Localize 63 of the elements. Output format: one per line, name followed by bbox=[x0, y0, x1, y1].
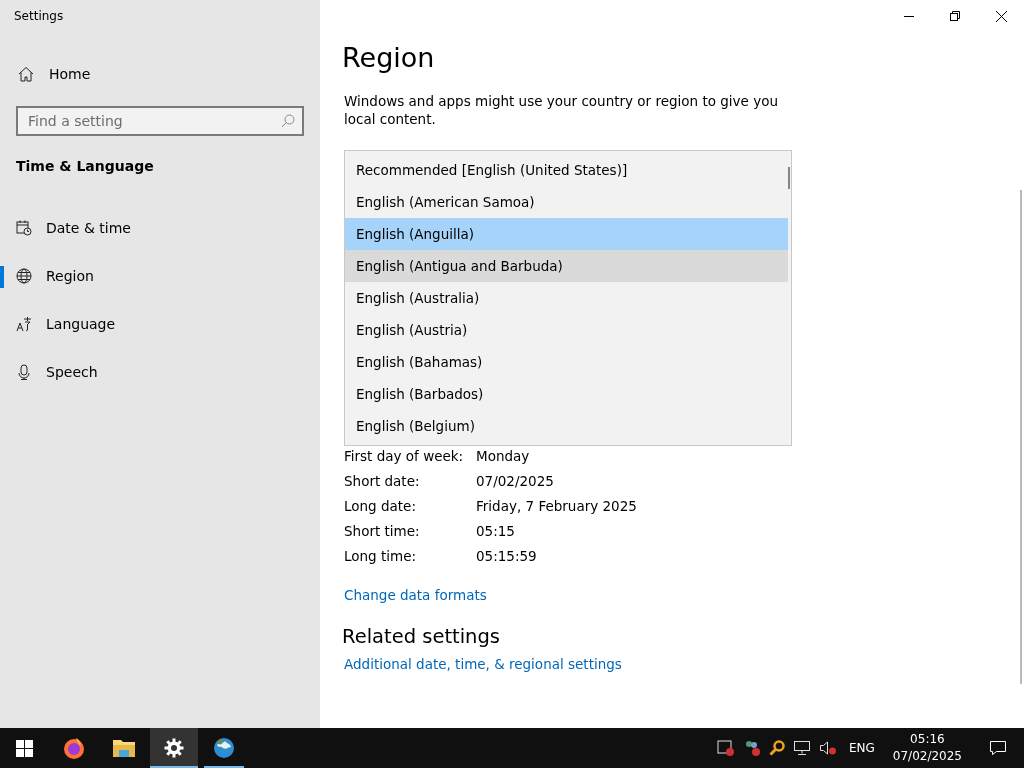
dropdown-option[interactable]: English (Australia) bbox=[345, 282, 788, 314]
dropdown-option[interactable]: English (Bahamas) bbox=[345, 346, 788, 378]
scrollbar-thumb[interactable] bbox=[788, 167, 790, 189]
security-alert-icon[interactable] bbox=[716, 739, 735, 757]
format-label: Short time: bbox=[344, 522, 421, 541]
dropdown-option[interactable]: English (American Samoa) bbox=[345, 186, 788, 218]
home-icon bbox=[18, 66, 34, 82]
clock-time[interactable]: 05:16 bbox=[910, 731, 945, 748]
microphone-icon bbox=[16, 364, 32, 380]
sidebar-item-label: Language bbox=[46, 316, 116, 332]
speaker-muted-icon[interactable] bbox=[818, 740, 837, 756]
sidebar-item-label: Speech bbox=[46, 364, 98, 380]
calendar-clock-icon bbox=[16, 220, 32, 236]
sidebar-item-label: Region bbox=[46, 268, 94, 284]
page-heading: Region bbox=[342, 42, 436, 75]
search-icon bbox=[281, 114, 295, 128]
restore-icon bbox=[950, 11, 960, 21]
format-value: Monday bbox=[476, 447, 531, 466]
format-label: Long time: bbox=[344, 547, 417, 566]
close-icon bbox=[995, 10, 1007, 22]
dropdown-option[interactable]: English (Barbados) bbox=[345, 378, 788, 410]
dropdown-option[interactable]: Recommended [English (United States)] bbox=[345, 154, 788, 186]
globe-app-icon bbox=[212, 736, 236, 760]
format-value: 07/02/2025 bbox=[476, 472, 555, 491]
sidebar-item[interactable]: Speech bbox=[0, 348, 320, 396]
region-dropdown-list[interactable] bbox=[344, 150, 792, 446]
network-icon[interactable] bbox=[792, 740, 811, 756]
format-label: Long date: bbox=[344, 497, 417, 516]
globe-icon bbox=[16, 268, 32, 284]
gear-icon bbox=[164, 738, 184, 758]
change-formats-link[interactable]: Change data formats bbox=[344, 587, 487, 603]
home-label: Home bbox=[49, 66, 91, 82]
format-label: First day of week: bbox=[344, 447, 465, 466]
windows-logo-icon bbox=[15, 739, 33, 757]
input-language-indicator[interactable]: ENG bbox=[844, 741, 879, 755]
section-heading: Related settings bbox=[342, 625, 502, 648]
sidebar-item-label: Date & time bbox=[46, 220, 131, 236]
dropdown-option[interactable]: English (Belgium) bbox=[345, 410, 788, 442]
format-value: Friday, 7 February 2025 bbox=[476, 497, 638, 516]
home-link[interactable]: Home bbox=[0, 63, 320, 85]
description-text: Windows and apps might use your country or region to give you local content. bbox=[344, 92, 779, 128]
search-icon[interactable] bbox=[768, 740, 785, 756]
sidebar-item[interactable]: Date & time bbox=[0, 204, 320, 252]
dropdown-option[interactable]: English (Antigua and Barbuda) bbox=[345, 250, 788, 282]
window-title: Settings bbox=[13, 8, 65, 25]
clock-date[interactable]: 07/02/2025 bbox=[892, 748, 962, 765]
search-field[interactable]: Find a setting bbox=[16, 106, 304, 136]
format-value: 05:15 bbox=[476, 522, 516, 541]
format-value: 05:15:59 bbox=[476, 547, 538, 566]
speech-bubble-icon bbox=[989, 740, 1007, 756]
section-heading: Time & Language bbox=[15, 157, 155, 174]
sidebar-item[interactable]: Language bbox=[0, 300, 320, 348]
format-label: Short date: bbox=[344, 472, 421, 491]
dropdown-option[interactable]: English (Anguilla) bbox=[345, 218, 788, 250]
language-icon bbox=[16, 316, 32, 332]
scrollbar[interactable] bbox=[1020, 190, 1022, 684]
regional-settings-link[interactable]: Additional date, time, & regional settings bbox=[344, 656, 622, 672]
sidebar-item[interactable]: Region bbox=[0, 252, 320, 300]
minimize-icon bbox=[904, 15, 914, 17]
taskbar-app-button[interactable] bbox=[150, 728, 198, 768]
firefox-icon bbox=[62, 736, 86, 760]
folder-icon bbox=[112, 738, 136, 758]
dropdown-option[interactable]: English (Austria) bbox=[345, 314, 788, 346]
